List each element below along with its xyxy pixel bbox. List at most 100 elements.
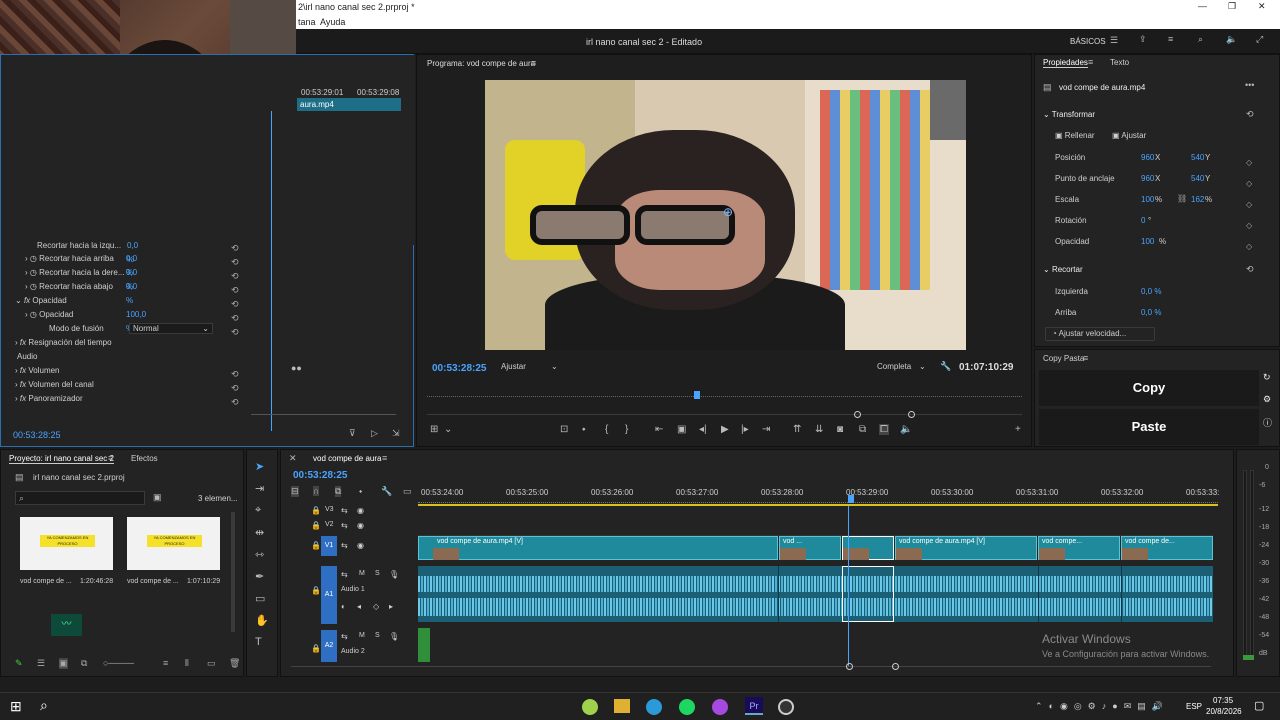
video-clip-selected[interactable]	[842, 536, 894, 560]
menu-icon[interactable]: ≡	[108, 453, 113, 463]
playhead-handle[interactable]	[848, 495, 854, 503]
chevron-down-icon[interactable]: ⌄	[15, 296, 22, 305]
minimize-button[interactable]: —	[1198, 1, 1207, 11]
project-thumbnail[interactable]: YA COMENZAMOS EN PROCESO	[20, 517, 113, 570]
captions-icon[interactable]: ▭	[403, 486, 412, 497]
effect-row[interactable]: › fx Resignación del tiempo	[15, 336, 112, 350]
effect-row[interactable]: › fx Volumen del canal	[15, 378, 94, 392]
zoom-handle[interactable]	[854, 411, 861, 418]
effect-row[interactable]: Recortar hacia la izqu... 0,0 %	[37, 239, 138, 264]
video-clip[interactable]: vod compe...	[1038, 536, 1120, 560]
play-only-icon[interactable]: ▷	[371, 428, 378, 439]
workspace-menu-icon[interactable]: ☰	[1110, 35, 1118, 46]
reset-icon[interactable]: ⟲	[1246, 264, 1254, 275]
zoom-handle[interactable]	[892, 663, 899, 670]
paste-button[interactable]: Paste	[1039, 409, 1259, 445]
crop-left-value[interactable]: 0,0 %	[1141, 287, 1161, 296]
effect-row[interactable]: › ◷ Recortar hacia arriba 0,0 %	[25, 252, 137, 277]
timeline-time[interactable]: 00:53:28:25	[293, 470, 347, 481]
transform-section[interactable]: ⌄ Transformar	[1043, 110, 1095, 119]
slip-icon[interactable]: ⇿	[255, 548, 264, 561]
track-target-a1[interactable]: A1	[321, 566, 337, 624]
go-to-out-icon[interactable]: ⇥	[762, 424, 770, 435]
add-marker-icon[interactable]: ⊡	[560, 424, 568, 435]
lock-icon[interactable]: 🔒	[311, 506, 321, 515]
extract-icon[interactable]: ⇊	[815, 424, 823, 435]
scale-y[interactable]: 162	[1191, 195, 1204, 204]
proxy-toggle-icon[interactable]: ⧠	[879, 424, 889, 435]
audio-file-icon[interactable]: 〰	[51, 614, 82, 636]
file-explorer-icon[interactable]	[614, 699, 630, 713]
system-tray-icons[interactable]: ⌃◐◉◎⚙♪●✉▤🔊	[1035, 701, 1185, 713]
eye-icon[interactable]: ◉	[357, 541, 364, 550]
ripple-edit-icon[interactable]: ⌖	[255, 504, 261, 517]
effect-row[interactable]: › fx Volumen	[15, 364, 60, 378]
start-icon[interactable]: ⊞	[10, 698, 22, 715]
anchor-x[interactable]: 960	[1141, 174, 1154, 183]
clock-date[interactable]: 20/8/2026	[1206, 707, 1242, 716]
source-zoom-bar[interactable]	[251, 414, 396, 415]
tab-properties[interactable]: Propiedades	[1043, 58, 1088, 68]
mark-out-icon[interactable]: }	[625, 424, 628, 435]
volume-icon[interactable]: 🔈	[900, 424, 912, 435]
mute-button[interactable]: M	[359, 632, 365, 639]
speed-button[interactable]: ◔ Ajustar velocidad...	[1045, 327, 1155, 341]
notification-icon[interactable]: ▢	[1254, 699, 1264, 712]
stopwatch-icon[interactable]: ◷	[30, 268, 37, 277]
effect-row[interactable]: Modo de fusión Normal ⌄	[49, 322, 213, 336]
program-video-frame[interactable]: ⊕	[485, 80, 966, 350]
mark-in-icon[interactable]: {	[605, 424, 608, 435]
timeline-ruler[interactable]: 00:53:24:00 00:53:25:00 00:53:26:00 00:5…	[418, 486, 1219, 506]
program-zoom-bar[interactable]	[427, 414, 1022, 415]
more-icon[interactable]: •••	[1245, 80, 1254, 90]
export-icon[interactable]: ⇪	[1139, 34, 1147, 45]
tab-project[interactable]: Proyecto: irl nano canal sec 2	[9, 454, 114, 464]
mute-button[interactable]: M	[359, 570, 365, 577]
prev-keyframe-icon[interactable]: ◂	[357, 602, 361, 611]
chevron-right-icon[interactable]: ›	[25, 282, 28, 291]
export-frame-icon[interactable]: ⇲	[392, 428, 400, 439]
track-select-icon[interactable]: ⇥	[255, 482, 264, 495]
source-clip-bar[interactable]: aura.mp4	[297, 98, 401, 111]
timeline-zoom-bar[interactable]	[291, 666, 1211, 667]
stopwatch-icon[interactable]: ◷	[30, 254, 37, 263]
zoom-handle[interactable]	[846, 663, 853, 670]
audio-clip-selected[interactable]	[842, 566, 894, 622]
search-icon[interactable]: ⌕	[1198, 34, 1203, 45]
anchor-y[interactable]: 540	[1191, 174, 1204, 183]
lock-icon[interactable]: 🔒	[311, 644, 321, 653]
program-playhead[interactable]	[694, 391, 700, 399]
chevron-right-icon[interactable]: ›	[15, 380, 18, 389]
rectangle-icon[interactable]: ▭	[255, 592, 265, 605]
effect-row[interactable]: › ◷ Recortar hacia la dere... 0,0 %	[25, 266, 137, 291]
sync-lock-icon[interactable]: ⇆	[341, 521, 348, 530]
project-search-input[interactable]: ⌕	[15, 491, 145, 505]
language-indicator[interactable]: ESP	[1186, 702, 1202, 711]
crop-top-value[interactable]: 0,0 %	[1141, 308, 1161, 317]
wrench-icon[interactable]: 🔧	[381, 486, 392, 497]
zoom-slider[interactable]: ○────	[103, 658, 134, 668]
project-thumbnail[interactable]: YA COMENZAMOS EN PROCESO	[127, 517, 220, 570]
audio-clip[interactable]	[418, 566, 1213, 622]
safe-frame-icon[interactable]: ▣	[677, 424, 686, 435]
speaker-icon[interactable]: 🔈	[1226, 34, 1237, 45]
automate-icon[interactable]: ⫴	[185, 658, 189, 669]
close-tab-icon[interactable]: ✕	[289, 453, 297, 464]
program-scrubber[interactable]	[427, 391, 1022, 397]
step-back-icon[interactable]: ◂|	[699, 424, 707, 435]
position-y[interactable]: 540	[1191, 153, 1204, 162]
chevron-right-icon[interactable]: ›	[15, 366, 18, 375]
nest-icon[interactable]: ⊟	[291, 486, 299, 497]
project-scrollbar[interactable]	[231, 512, 235, 632]
workspace-label[interactable]: BÁSICOS	[1070, 37, 1106, 46]
wrench-icon[interactable]: 🔧	[940, 361, 951, 372]
lock-icon[interactable]: 🔒	[311, 586, 321, 595]
comparison-icon[interactable]: ⧉	[859, 424, 866, 435]
text-tool-icon[interactable]: T	[255, 636, 262, 648]
stopwatch-icon[interactable]: ◷	[30, 310, 37, 319]
keyframe-diamond-icons[interactable]: ◇ ◇ ◇ ◇ ◇	[1246, 152, 1256, 257]
rotation-value[interactable]: 0	[1141, 216, 1145, 225]
chevron-right-icon[interactable]: ›	[15, 394, 18, 403]
lock-icon[interactable]: 🔒	[311, 541, 321, 550]
sync-lock-icon[interactable]: ⇆	[341, 632, 348, 641]
